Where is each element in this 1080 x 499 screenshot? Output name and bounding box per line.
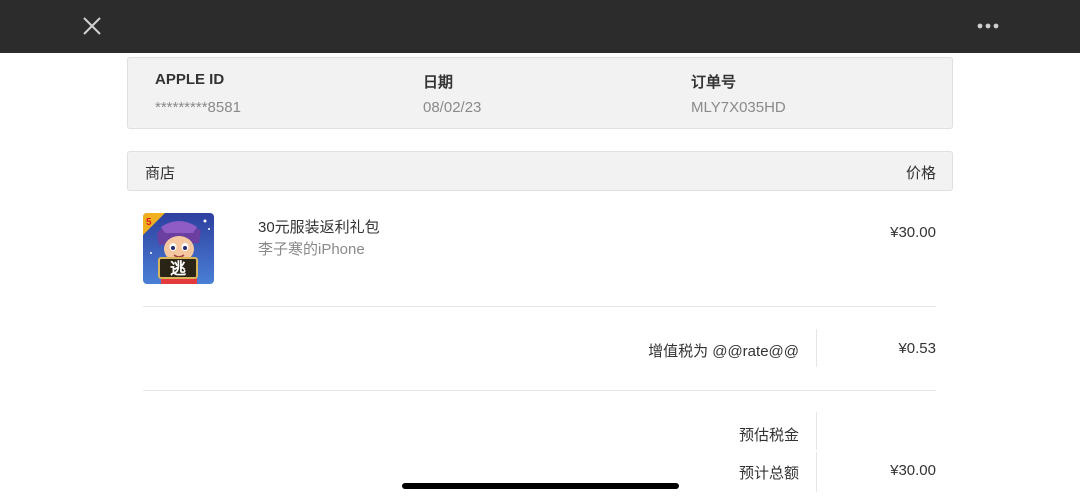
item-device: 李子寒的iPhone — [258, 241, 365, 258]
column-divider — [816, 412, 817, 450]
svg-text:5: 5 — [146, 217, 152, 228]
close-button[interactable] — [78, 12, 106, 40]
more-options-icon — [977, 23, 999, 29]
order-number-value: MLY7X035HD — [691, 99, 786, 116]
date-label: 日期 — [423, 74, 454, 91]
store-column-header: 商店 — [145, 165, 176, 182]
more-options-button[interactable] — [970, 14, 1006, 38]
purchase-table-header: 商店 价格 — [127, 151, 953, 191]
item-price: ¥30.00 — [890, 224, 936, 241]
row-divider — [143, 390, 936, 391]
row-divider — [143, 306, 936, 307]
date-value: 08/02/23 — [423, 99, 482, 116]
item-name: 30元服装返利礼包 — [258, 219, 380, 236]
close-icon — [83, 17, 101, 35]
vat-value: ¥0.53 — [898, 340, 936, 357]
game-app-icon[interactable]: 5 逃 — [143, 213, 214, 284]
price-column-header: 价格 — [905, 165, 936, 182]
order-number-label: 订单号 — [691, 74, 737, 91]
home-indicator[interactable] — [402, 483, 679, 489]
column-divider — [816, 329, 817, 367]
receipt-info-panel: APPLE ID *********8581 日期 08/02/23 订单号 M… — [127, 57, 953, 129]
top-bar — [0, 0, 1080, 53]
estimated-total-label: 预计总额 — [738, 465, 799, 482]
apple-id-label: APPLE ID — [155, 71, 225, 88]
estimated-total-value: ¥30.00 — [890, 462, 936, 479]
column-divider — [816, 452, 817, 492]
apple-id-value: *********8581 — [155, 99, 241, 116]
vat-label: 增值税为 @@rate@@ — [648, 343, 799, 360]
icon-badge-text: 逃 — [170, 259, 187, 278]
estimated-tax-label: 预估税金 — [738, 427, 799, 444]
